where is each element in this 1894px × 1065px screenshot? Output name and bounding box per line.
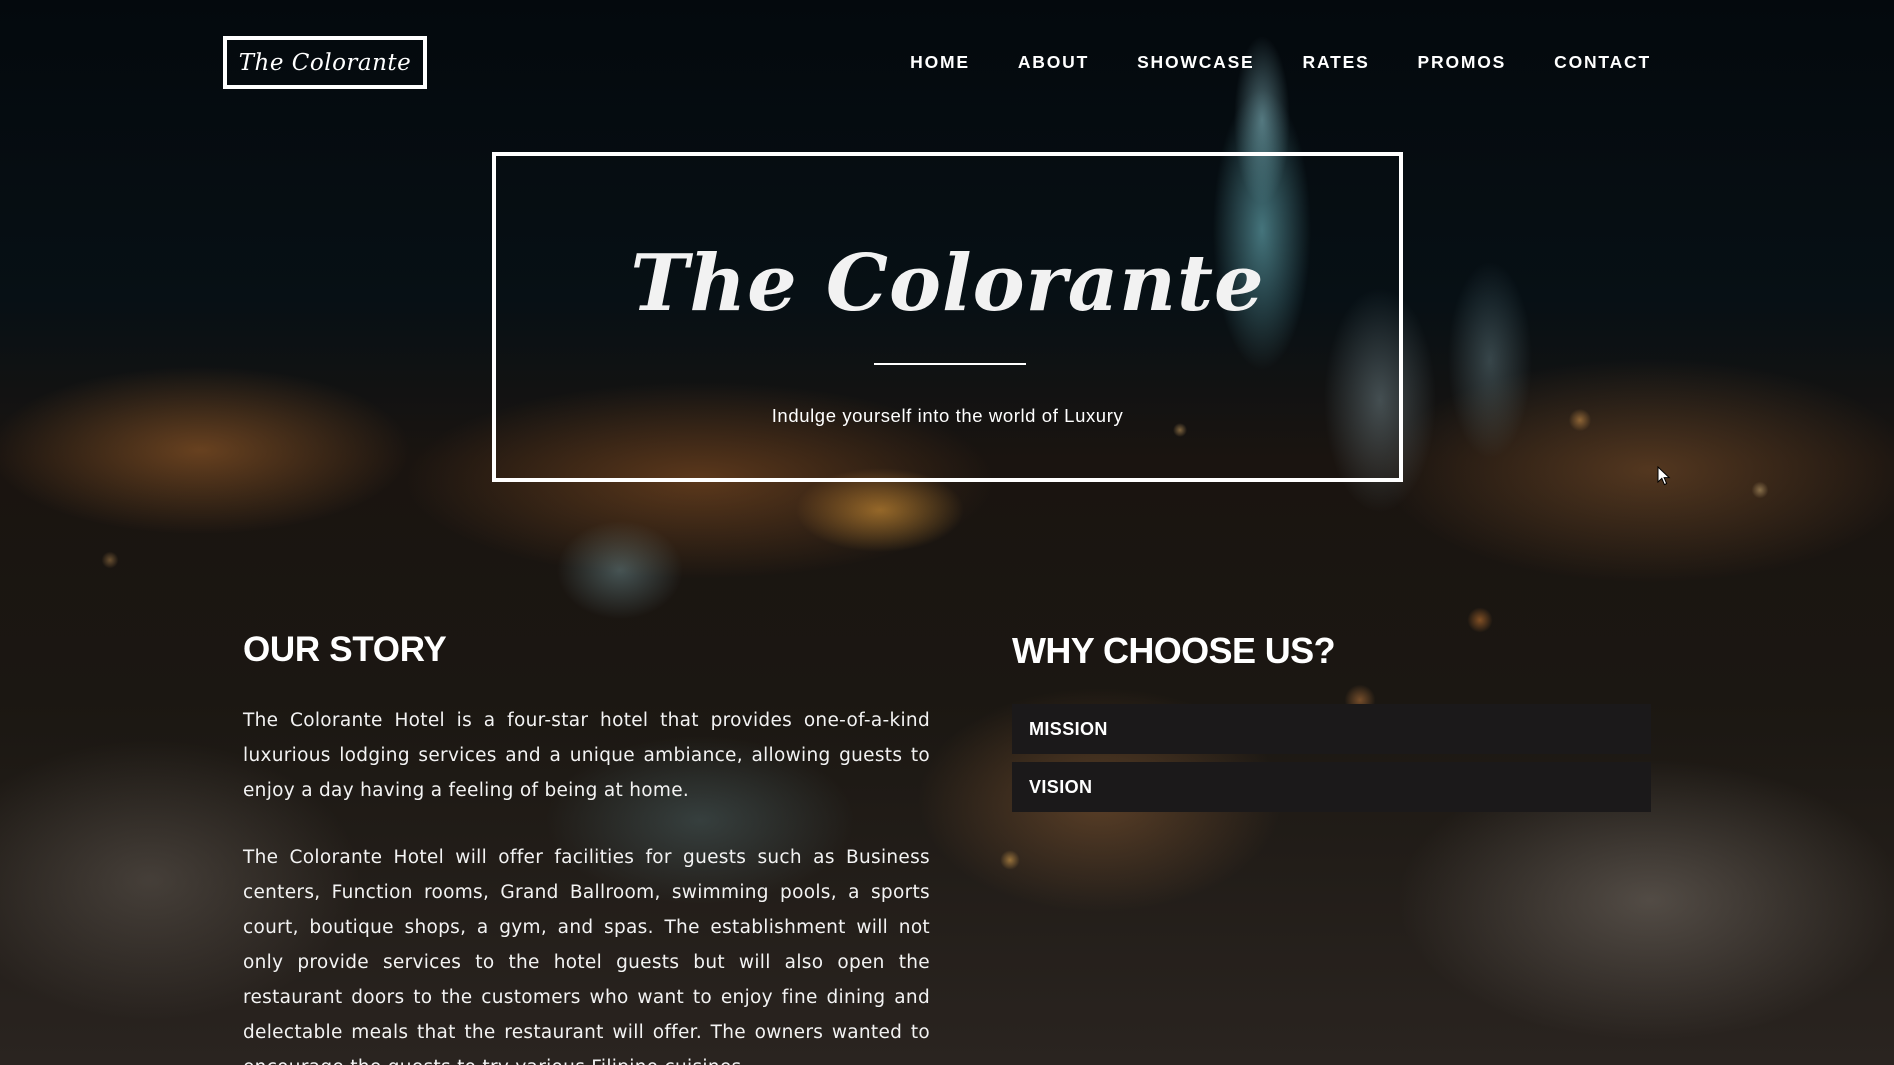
hero-divider (874, 363, 1026, 365)
why-choose-us-heading: WHY CHOOSE US? (1012, 630, 1336, 671)
hero-title: The Colorante (630, 238, 1265, 329)
nav-about[interactable]: ABOUT (1018, 52, 1089, 73)
nav-home[interactable]: HOME (910, 52, 970, 73)
why-choose-us-section: WHY CHOOSE US? MISSION VISION (1012, 630, 1651, 820)
hero-box: The Colorante Indulge yourself into the … (492, 152, 1403, 482)
story-paragraph-2: The Colorante Hotel will offer facilitie… (243, 847, 930, 1065)
accordion-item-vision[interactable]: VISION (1012, 762, 1651, 812)
accordion-item-mission[interactable]: MISSION (1012, 704, 1651, 754)
accordion-label-vision: VISION (1029, 776, 1093, 797)
logo-link[interactable]: The Colorante (223, 36, 427, 89)
nav-promos[interactable]: PROMOS (1418, 52, 1507, 73)
accordion-label-mission: MISSION (1029, 718, 1108, 739)
logo-text: The Colorante (238, 49, 412, 76)
mouse-pointer-icon (1657, 466, 1671, 486)
accordion: MISSION VISION (1012, 704, 1651, 812)
nav-showcase[interactable]: SHOWCASE (1137, 52, 1254, 73)
our-story-section: OUR STORY The Colorante Hotel is a four-… (243, 630, 930, 1065)
nav-rates[interactable]: RATES (1303, 52, 1370, 73)
hero-tagline: Indulge yourself into the world of Luxur… (771, 405, 1124, 426)
page: The Colorante HOME ABOUT SHOWCASE RATES … (0, 0, 1894, 1065)
main-nav: HOME ABOUT SHOWCASE RATES PROMOS CONTACT (862, 52, 1651, 73)
nav-contact[interactable]: CONTACT (1554, 52, 1651, 73)
story-paragraph-1: The Colorante Hotel is a four-star hotel… (243, 710, 930, 801)
our-story-heading: OUR STORY (243, 630, 447, 669)
